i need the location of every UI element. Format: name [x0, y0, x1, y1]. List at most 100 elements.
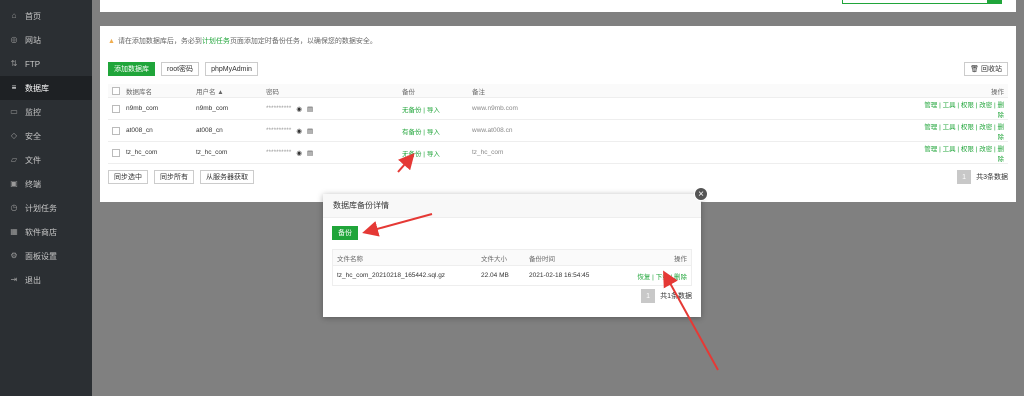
eye-icon[interactable]: ◉: [296, 105, 302, 113]
add-database-button[interactable]: 添加数据库: [108, 62, 155, 76]
restore-link[interactable]: 恢复: [637, 274, 650, 281]
eye-icon[interactable]: ◉: [296, 127, 302, 135]
row-actions[interactable]: 管理 | 工具 | 权限 | 改密 | 删除: [918, 99, 1008, 119]
sync-all-button[interactable]: 同步所有: [154, 170, 194, 184]
copy-icon[interactable]: ▤: [307, 149, 313, 157]
table-body: n9mb_com n9mb_com ********** ◉ ▤ 无备份 | 导入 www.…: [108, 98, 1008, 164]
sidebar-item[interactable]: ▦ 软件商店: [0, 220, 92, 244]
password-mask: **********: [266, 127, 292, 134]
bulk-actions: 同步选中 同步所有 从服务器获取: [108, 170, 1008, 184]
import-link[interactable]: 导入: [427, 151, 440, 158]
cron-link[interactable]: 计划任务: [202, 36, 230, 46]
sidebar-item-label: 软件商店: [25, 227, 57, 237]
import-link[interactable]: 导入: [427, 129, 440, 136]
grid-icon: ▦: [10, 227, 18, 236]
sidebar-item-label: 网站: [25, 35, 41, 45]
sidebar-item-label: 首页: [25, 11, 41, 21]
sidebar-item[interactable]: ▣ 终端: [0, 172, 92, 196]
sidebar-item[interactable]: ◇ 安全: [0, 124, 92, 148]
shield-icon: ◇: [10, 131, 18, 140]
sidebar-item-label: FTP: [25, 59, 41, 69]
top-bar: [100, 0, 1016, 12]
sidebar-item-label: 文件: [25, 155, 41, 165]
backup-table: 文件名称 文件大小 备份时间 操作 tz_hc_com_20210218_165…: [332, 249, 692, 286]
toolbar: 添加数据库 root密码 phpMyAdmin: [108, 62, 258, 76]
close-icon[interactable]: ×: [694, 187, 708, 201]
import-link[interactable]: 导入: [427, 107, 440, 114]
trash-icon: 🗑: [970, 66, 979, 73]
ftp-icon: ⇅: [10, 59, 18, 68]
gear-icon: ⚙: [10, 251, 18, 260]
root-password-button[interactable]: root密码: [161, 62, 200, 76]
header-ops: 操作: [991, 88, 1004, 96]
sidebar-item[interactable]: ⚙ 面板设置: [0, 244, 92, 268]
header-user[interactable]: 用户名 ▲: [196, 86, 266, 96]
sidebar-item[interactable]: ▱ 文件: [0, 148, 92, 172]
sidebar-item[interactable]: ⇅ FTP: [0, 52, 92, 76]
db-note[interactable]: www.at008.cn: [472, 127, 918, 134]
password-mask: **********: [266, 149, 292, 156]
db-note[interactable]: tz_hc_com: [472, 149, 918, 156]
search-button[interactable]: [987, 0, 1001, 3]
sidebar-item[interactable]: ≡ 数据库: [0, 76, 92, 100]
backup-modal: 数据库备份详情 × 备份 文件名称 文件大小 备份时间 操作 tz_hc_com…: [323, 187, 708, 317]
modal-page-number[interactable]: 1: [641, 289, 656, 303]
db-name: n9mb_com: [126, 105, 159, 112]
phpmyadmin-button[interactable]: phpMyAdmin: [205, 62, 258, 76]
delete-link[interactable]: 删除: [674, 274, 687, 281]
notice-suffix: 页面添加定时备份任务，以确保您的数据安全。: [229, 38, 377, 45]
sidebar-item-label: 面板设置: [25, 251, 57, 261]
modal-title: 数据库备份详情: [323, 194, 701, 218]
header-file: 文件名称: [337, 255, 363, 263]
db-name: at008_cn: [126, 127, 153, 134]
db-password: ********** ◉ ▤: [266, 149, 402, 157]
recycle-bin-button[interactable]: 🗑 回收站: [964, 62, 1008, 76]
row-actions[interactable]: 管理 | 工具 | 权限 | 改密 | 删除: [918, 121, 1008, 141]
fetch-from-server-button[interactable]: 从服务器获取: [200, 170, 254, 184]
row-checkbox[interactable]: [112, 148, 120, 157]
notice-bar: ▲ 请在添加数据库后，务必到 计划任务 页面添加定时备份任务，以确保您的数据安全…: [108, 34, 1008, 48]
backup-status-link[interactable]: 无备份: [402, 107, 422, 114]
sidebar-item-label: 终端: [25, 179, 41, 189]
backup-status-link[interactable]: 无备份: [402, 151, 422, 158]
eye-icon[interactable]: ◉: [296, 149, 302, 157]
clock-icon: ◷: [10, 203, 18, 212]
backup-file-size: 22.04 MB: [481, 272, 509, 279]
backup-cell: 无备份 | 导入: [402, 150, 440, 158]
sidebar-item[interactable]: ▭ 监控: [0, 100, 92, 124]
logout-icon: ⇥: [10, 275, 18, 284]
row-checkbox[interactable]: [112, 104, 120, 113]
copy-icon[interactable]: ▤: [307, 127, 313, 135]
header-size: 文件大小: [481, 255, 507, 263]
sidebar: ⌂ 首页 ◎ 网站 ⇅ FTP ≡ 数据库 ▭ 监控 ◇ 安全 ▱ 文件 ▣ 终端 ◷ 计划任务 ▦ 软件商店 ⚙ 面板设…: [0, 0, 92, 396]
row-checkbox[interactable]: [112, 126, 120, 135]
sidebar-item[interactable]: ⇥ 退出: [0, 268, 92, 292]
db-note[interactable]: www.n9mb.com: [472, 105, 918, 112]
folder-icon: ▱: [10, 155, 18, 164]
page-number[interactable]: 1: [957, 170, 972, 184]
copy-icon[interactable]: ▤: [307, 105, 313, 113]
backup-ops: 恢复 | 下载 | 删除: [637, 273, 687, 281]
total-count: 共3条数据: [976, 174, 1008, 181]
warning-icon: ▲: [108, 37, 115, 45]
sidebar-item[interactable]: ◷ 计划任务: [0, 196, 92, 220]
sync-selected-button[interactable]: 同步选中: [108, 170, 148, 184]
backup-button[interactable]: 备份: [332, 226, 358, 240]
globe-icon: ◎: [10, 35, 18, 44]
db-name: tz_hc_com: [126, 149, 158, 156]
header-name[interactable]: 数据库名: [126, 86, 196, 96]
home-icon: ⌂: [11, 11, 17, 20]
notice-prefix: 请在添加数据库后，务必到: [117, 38, 202, 45]
backup-row: tz_hc_com_20210218_165442.sql.gz 22.04 M…: [333, 266, 691, 285]
db-password: ********** ◉ ▤: [266, 127, 402, 135]
select-all-checkbox[interactable]: [112, 86, 120, 95]
sidebar-item-label: 监控: [25, 107, 41, 117]
search-input[interactable]: [842, 0, 1002, 4]
sidebar-item[interactable]: ⌂ 首页: [0, 4, 92, 28]
db-user: at008_cn: [196, 127, 223, 134]
backup-status-link[interactable]: 有备份: [402, 129, 422, 136]
sidebar-item[interactable]: ◎ 网站: [0, 28, 92, 52]
download-link[interactable]: 下载: [656, 274, 669, 281]
row-actions[interactable]: 管理 | 工具 | 权限 | 改密 | 删除: [918, 143, 1008, 163]
database-panel: ▲ 请在添加数据库后，务必到 计划任务 页面添加定时备份任务，以确保您的数据安全…: [100, 26, 1016, 202]
